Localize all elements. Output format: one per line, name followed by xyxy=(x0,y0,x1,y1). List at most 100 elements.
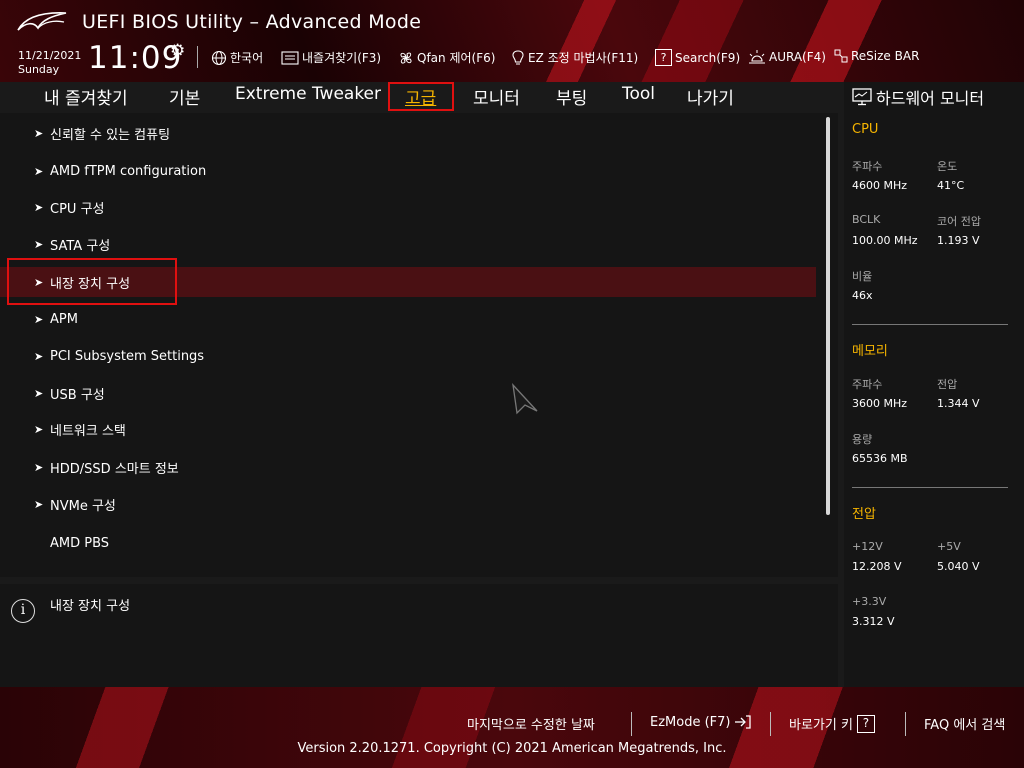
arrow-right-icon: ➤ xyxy=(34,237,44,251)
info-icon: i xyxy=(11,599,35,623)
help-icon: ? xyxy=(856,714,875,733)
tab-main[interactable]: 기본 xyxy=(169,84,200,109)
menu-item-pci-subsystem[interactable]: ➤ PCI Subsystem Settings xyxy=(0,341,816,371)
ezmode-label: EzMode (F7) xyxy=(650,714,731,730)
search-label: Search(F9) xyxy=(675,50,741,65)
menu-item-amd-pbs[interactable]: AMD PBS xyxy=(0,528,816,558)
menu-item-network-stack[interactable]: ➤ 네트워크 스택 xyxy=(0,414,816,444)
menu-item-label: AMD PBS xyxy=(50,535,110,551)
menu-item-label: CPU 구성 xyxy=(50,201,105,217)
resize-bar-icon xyxy=(834,49,848,63)
v12-value: 12.208 V xyxy=(852,560,902,573)
memory-volt-value: 1.344 V xyxy=(937,397,980,410)
hardware-monitor-title: 하드웨어 모니터 xyxy=(852,85,984,109)
menu-item-label: APM xyxy=(50,311,78,327)
bulb-icon xyxy=(512,49,524,64)
faq-search-button[interactable]: FAQ 에서 검색 xyxy=(924,714,1005,733)
language-button[interactable]: 한국어 xyxy=(211,49,263,66)
menu-item-label: 신뢰할 수 있는 컴퓨팅 xyxy=(50,127,171,143)
favorites-button[interactable]: 내즐겨찾기(F3) xyxy=(281,49,381,66)
cpu-bclk-label: BCLK xyxy=(852,213,881,226)
cpu-section-title: CPU xyxy=(852,122,879,137)
arrow-right-icon: ➤ xyxy=(34,386,44,400)
selected-item-highlight xyxy=(7,258,177,305)
qfan-button[interactable]: Qfan 제어(F6) xyxy=(398,49,495,66)
v33-label: +3.3V xyxy=(852,595,887,608)
menu-item-hdd-smart[interactable]: ➤ HDD/SSD 스마트 정보 xyxy=(0,452,816,482)
gear-icon[interactable]: ⚙ xyxy=(170,41,185,61)
divider xyxy=(852,487,1008,488)
menu-item-usb-config[interactable]: ➤ USB 구성 xyxy=(0,378,816,408)
menu-item-cpu-config[interactable]: ➤ CPU 구성 xyxy=(0,192,816,222)
divider xyxy=(905,712,906,736)
cpu-ratio-value: 46x xyxy=(852,289,873,302)
cpu-temp-label: 온도 xyxy=(937,160,958,173)
favorites-label: 내즐겨찾기(F3) xyxy=(302,51,382,65)
menu-item-nvme-config[interactable]: ➤ NVMe 구성 xyxy=(0,489,816,519)
memory-capacity-value: 65536 MB xyxy=(852,452,908,465)
tab-monitor[interactable]: 모니터 xyxy=(473,84,520,109)
tab-extreme-tweaker[interactable]: Extreme Tweaker xyxy=(235,84,381,104)
globe-icon xyxy=(211,50,227,65)
cpu-ratio-label: 비율 xyxy=(852,270,873,283)
memory-freq-value: 3600 MHz xyxy=(852,397,908,410)
arrow-right-icon: ➤ xyxy=(34,200,44,214)
cpu-vcore-value: 1.193 V xyxy=(937,234,980,247)
resize-bar-button[interactable]: ReSize BAR xyxy=(834,49,919,63)
divider xyxy=(770,712,771,736)
memory-freq-label: 주파수 xyxy=(852,378,883,391)
tab-boot[interactable]: 부팅 xyxy=(556,84,587,109)
tab-favorites[interactable]: 내 즐겨찾기 xyxy=(44,84,128,109)
v5-value: 5.040 V xyxy=(937,560,980,573)
scrollbar[interactable] xyxy=(826,117,830,515)
day-text: Sunday xyxy=(18,63,60,76)
mouse-cursor-icon xyxy=(512,383,538,415)
cpu-bclk-value: 100.00 MHz xyxy=(852,234,918,247)
last-modified-button[interactable]: 마지막으로 수정한 날짜 xyxy=(467,714,595,733)
arrow-right-icon: ➤ xyxy=(34,497,44,511)
divider xyxy=(197,46,198,68)
help-icon: ? xyxy=(655,49,672,66)
memory-section-title: 메모리 xyxy=(852,344,888,359)
memory-capacity-label: 용량 xyxy=(852,433,873,446)
voltage-section-title: 전압 xyxy=(852,507,876,522)
cpu-vcore-label: 코어 전압 xyxy=(937,215,981,228)
faq-search-label: FAQ 에서 검색 xyxy=(924,718,1006,733)
hotkeys-button[interactable]: 바로가기 키 ? xyxy=(789,714,875,733)
qfan-label: Qfan 제어(F6) xyxy=(417,51,496,65)
fan-icon xyxy=(400,51,412,64)
aura-label: AURA(F4) xyxy=(769,50,826,64)
menu-item-label: SATA 구성 xyxy=(50,238,111,254)
hardware-monitor-label: 하드웨어 모니터 xyxy=(876,89,985,108)
clock-display: 11:09 xyxy=(88,40,183,76)
version-text: Version 2.20.1271. Copyright (C) 2021 Am… xyxy=(297,741,727,756)
monitor-icon xyxy=(852,88,872,106)
date-display: 11/21/2021 Sunday xyxy=(18,49,81,77)
tab-exit[interactable]: 나가기 xyxy=(687,84,734,109)
menu-item-label: HDD/SSD 스마트 정보 xyxy=(50,461,179,477)
search-button[interactable]: ? Search(F9) xyxy=(655,49,740,66)
tab-tool[interactable]: Tool xyxy=(622,84,655,104)
app-title: UEFI BIOS Utility – Advanced Mode xyxy=(82,11,422,33)
arrow-right-icon: ➤ xyxy=(34,126,44,140)
resize-bar-label: ReSize BAR xyxy=(851,49,920,63)
menu-item-trusted-computing[interactable]: ➤ 신뢰할 수 있는 컴퓨팅 xyxy=(0,118,816,148)
exit-arrow-icon xyxy=(735,715,752,729)
last-modified-label: 마지막으로 수정한 날짜 xyxy=(467,718,595,733)
menu-item-sata-config[interactable]: ➤ SATA 구성 xyxy=(0,229,816,259)
active-tab-highlight xyxy=(388,82,454,111)
help-text: 내장 장치 구성 xyxy=(50,599,131,614)
favorites-icon xyxy=(281,50,299,65)
ezmode-button[interactable]: EzMode (F7) xyxy=(650,714,752,730)
aura-button[interactable]: AURA(F4) xyxy=(748,49,826,65)
v12-label: +12V xyxy=(852,540,883,553)
rog-logo-icon xyxy=(17,12,67,31)
ez-tuning-button[interactable]: EZ 조정 마법사(F11) xyxy=(511,49,638,66)
cpu-temp-value: 41°C xyxy=(937,179,965,192)
arrow-right-icon: ➤ xyxy=(34,460,44,474)
arrow-right-icon: ➤ xyxy=(34,312,44,326)
v5-label: +5V xyxy=(937,540,961,553)
divider xyxy=(852,324,1008,325)
menu-item-apm[interactable]: ➤ APM xyxy=(0,304,816,334)
menu-item-amd-ftpm[interactable]: ➤ AMD fTPM configuration xyxy=(0,156,816,186)
